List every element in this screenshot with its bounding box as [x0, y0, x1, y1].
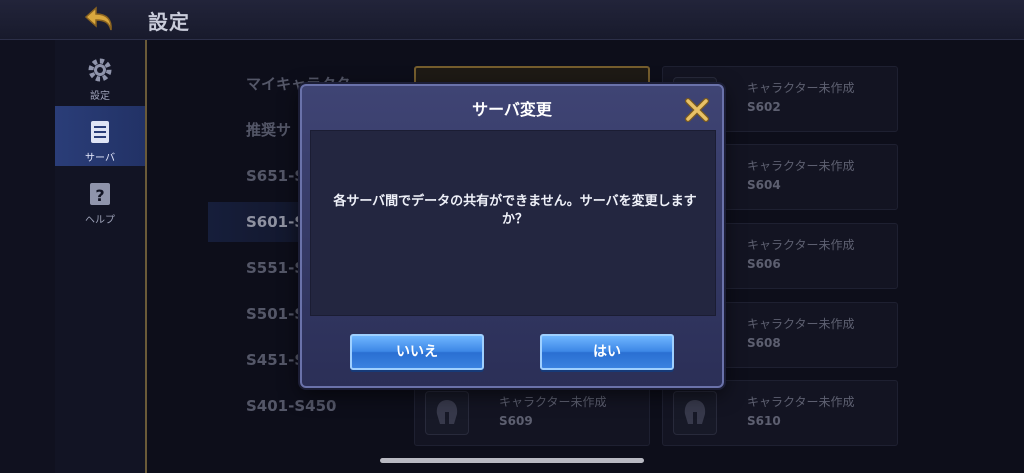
top-bar: 設定	[0, 0, 1024, 40]
close-icon	[685, 98, 709, 122]
sidebar: 設定 サーバ ? ヘルプ	[55, 40, 147, 473]
no-button[interactable]: いいえ	[350, 334, 484, 370]
close-button[interactable]	[682, 95, 712, 125]
sidebar-item-settings[interactable]: 設定	[55, 44, 145, 104]
back-button[interactable]	[82, 4, 122, 36]
sidebar-item-label: サーバ	[85, 153, 115, 164]
dialog-body: 各サーバ間でデータの共有ができません。サーバを変更しますか？	[310, 130, 716, 316]
back-arrow-icon	[84, 6, 112, 31]
help-icon: ?	[90, 183, 110, 205]
sidebar-item-help[interactable]: ? ヘルプ	[55, 168, 145, 228]
sidebar-item-server[interactable]: サーバ	[55, 106, 145, 166]
yes-button[interactable]: はい	[540, 334, 674, 370]
server-change-dialog: サーバ変更 各サーバ間でデータの共有ができません。サーバを変更しますか？ いいえ…	[300, 84, 724, 388]
page-title: 設定	[148, 10, 190, 34]
server-icon	[91, 121, 109, 143]
gear-icon	[88, 58, 112, 82]
sidebar-item-label: 設定	[90, 91, 110, 102]
svg-text:?: ?	[95, 186, 104, 205]
sidebar-item-label: ヘルプ	[85, 215, 115, 226]
dialog-title: サーバ変更	[472, 100, 552, 119]
dialog-message: 各サーバ間でデータの共有ができません。サーバを変更しますか？	[333, 194, 697, 227]
home-indicator	[380, 458, 644, 463]
